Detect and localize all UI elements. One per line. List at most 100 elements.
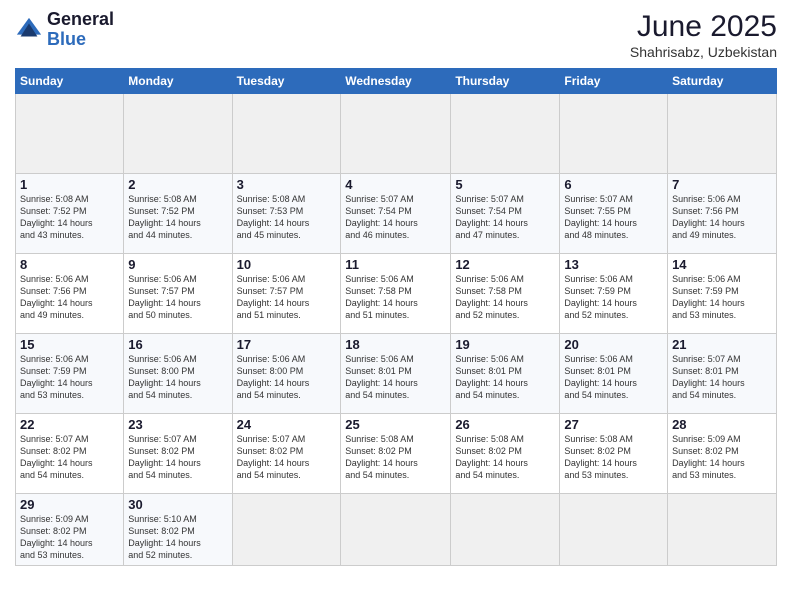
- day-number: 19: [455, 337, 555, 352]
- day-info: Sunrise: 5:06 AMSunset: 8:01 PMDaylight:…: [564, 353, 663, 402]
- day-number: 24: [237, 417, 337, 432]
- day-info: Sunrise: 5:06 AMSunset: 8:00 PMDaylight:…: [128, 353, 227, 402]
- weekday-header: Friday: [560, 69, 668, 94]
- day-info: Sunrise: 5:08 AMSunset: 7:52 PMDaylight:…: [20, 193, 119, 242]
- weekday-header: Tuesday: [232, 69, 341, 94]
- day-number: 28: [672, 417, 772, 432]
- calendar-cell: 28Sunrise: 5:09 AMSunset: 8:02 PMDayligh…: [668, 414, 777, 494]
- day-info: Sunrise: 5:07 AMSunset: 8:02 PMDaylight:…: [237, 433, 337, 482]
- calendar-cell: 18Sunrise: 5:06 AMSunset: 8:01 PMDayligh…: [341, 334, 451, 414]
- day-number: 1: [20, 177, 119, 192]
- day-info: Sunrise: 5:09 AMSunset: 8:02 PMDaylight:…: [20, 513, 119, 562]
- calendar-header-row: SundayMondayTuesdayWednesdayThursdayFrid…: [16, 69, 777, 94]
- day-info: Sunrise: 5:08 AMSunset: 8:02 PMDaylight:…: [345, 433, 446, 482]
- day-info: Sunrise: 5:06 AMSunset: 7:59 PMDaylight:…: [20, 353, 119, 402]
- weekday-header: Thursday: [451, 69, 560, 94]
- day-info: Sunrise: 5:07 AMSunset: 7:54 PMDaylight:…: [455, 193, 555, 242]
- day-number: 17: [237, 337, 337, 352]
- day-number: 4: [345, 177, 446, 192]
- calendar-cell: 1Sunrise: 5:08 AMSunset: 7:52 PMDaylight…: [16, 174, 124, 254]
- day-number: 10: [237, 257, 337, 272]
- calendar-cell: [560, 94, 668, 174]
- calendar-cell: 4Sunrise: 5:07 AMSunset: 7:54 PMDaylight…: [341, 174, 451, 254]
- location: Shahrisabz, Uzbekistan: [630, 44, 777, 60]
- calendar: SundayMondayTuesdayWednesdayThursdayFrid…: [15, 68, 777, 566]
- calendar-cell: [16, 94, 124, 174]
- day-info: Sunrise: 5:06 AMSunset: 8:01 PMDaylight:…: [345, 353, 446, 402]
- day-info: Sunrise: 5:08 AMSunset: 8:02 PMDaylight:…: [455, 433, 555, 482]
- calendar-week-row: [16, 94, 777, 174]
- calendar-cell: 12Sunrise: 5:06 AMSunset: 7:58 PMDayligh…: [451, 254, 560, 334]
- day-info: Sunrise: 5:07 AMSunset: 7:55 PMDaylight:…: [564, 193, 663, 242]
- calendar-cell: 22Sunrise: 5:07 AMSunset: 8:02 PMDayligh…: [16, 414, 124, 494]
- day-number: 22: [20, 417, 119, 432]
- calendar-week-row: 22 Sunrise: 5:07 AMSunset: 8:02 PMDayligh…: [16, 414, 777, 494]
- calendar-cell: 6Sunrise: 5:07 AMSunset: 7:55 PMDaylight…: [560, 174, 668, 254]
- day-number: 7: [672, 177, 772, 192]
- logo-icon: [15, 16, 43, 44]
- calendar-cell: 29Sunrise: 5:09 AMSunset: 8:02 PMDayligh…: [16, 494, 124, 566]
- day-info: Sunrise: 5:08 AMSunset: 7:52 PMDaylight:…: [128, 193, 227, 242]
- day-number: 2: [128, 177, 227, 192]
- day-info: Sunrise: 5:06 AMSunset: 8:01 PMDaylight:…: [455, 353, 555, 402]
- day-info: Sunrise: 5:06 AMSunset: 7:56 PMDaylight:…: [20, 273, 119, 322]
- day-info: Sunrise: 5:06 AMSunset: 7:59 PMDaylight:…: [564, 273, 663, 322]
- calendar-cell: 17Sunrise: 5:06 AMSunset: 8:00 PMDayligh…: [232, 334, 341, 414]
- calendar-cell: 2Sunrise: 5:08 AMSunset: 7:52 PMDaylight…: [124, 174, 232, 254]
- calendar-cell: 30Sunrise: 5:10 AMSunset: 8:02 PMDayligh…: [124, 494, 232, 566]
- day-info: Sunrise: 5:06 AMSunset: 7:56 PMDaylight:…: [672, 193, 772, 242]
- calendar-cell: 19Sunrise: 5:06 AMSunset: 8:01 PMDayligh…: [451, 334, 560, 414]
- day-number: 26: [455, 417, 555, 432]
- day-number: 20: [564, 337, 663, 352]
- day-info: Sunrise: 5:07 AMSunset: 8:01 PMDaylight:…: [672, 353, 772, 402]
- day-number: 25: [345, 417, 446, 432]
- month-title: June 2025: [630, 10, 777, 44]
- weekday-header: Wednesday: [341, 69, 451, 94]
- day-number: 13: [564, 257, 663, 272]
- calendar-cell: 25Sunrise: 5:08 AMSunset: 8:02 PMDayligh…: [341, 414, 451, 494]
- day-number: 27: [564, 417, 663, 432]
- calendar-cell: [451, 494, 560, 566]
- calendar-cell: 7Sunrise: 5:06 AMSunset: 7:56 PMDaylight…: [668, 174, 777, 254]
- calendar-cell: [232, 494, 341, 566]
- day-number: 14: [672, 257, 772, 272]
- title-area: June 2025 Shahrisabz, Uzbekistan: [630, 10, 777, 60]
- calendar-week-row: 29Sunrise: 5:09 AMSunset: 8:02 PMDayligh…: [16, 494, 777, 566]
- day-number: 21: [672, 337, 772, 352]
- day-number: 11: [345, 257, 446, 272]
- day-number: 8: [20, 257, 119, 272]
- calendar-cell: 9Sunrise: 5:06 AMSunset: 7:57 PMDaylight…: [124, 254, 232, 334]
- header: General Blue June 2025 Shahrisabz, Uzbek…: [15, 10, 777, 60]
- calendar-cell: [232, 94, 341, 174]
- day-info: Sunrise: 5:08 AMSunset: 8:02 PMDaylight:…: [564, 433, 663, 482]
- day-info: Sunrise: 5:07 AMSunset: 8:02 PMDaylight:…: [128, 433, 227, 482]
- logo-general: General: [47, 10, 114, 30]
- calendar-cell: 11Sunrise: 5:06 AMSunset: 7:58 PMDayligh…: [341, 254, 451, 334]
- calendar-cell: 10Sunrise: 5:06 AMSunset: 7:57 PMDayligh…: [232, 254, 341, 334]
- day-number: 6: [564, 177, 663, 192]
- logo: General Blue: [15, 10, 114, 50]
- calendar-cell: [668, 94, 777, 174]
- calendar-week-row: 15Sunrise: 5:06 AMSunset: 7:59 PMDayligh…: [16, 334, 777, 414]
- calendar-cell: 24Sunrise: 5:07 AMSunset: 8:02 PMDayligh…: [232, 414, 341, 494]
- logo-blue: Blue: [47, 30, 114, 50]
- calendar-cell: 27Sunrise: 5:08 AMSunset: 8:02 PMDayligh…: [560, 414, 668, 494]
- day-info: Sunrise: 5:06 AMSunset: 8:00 PMDaylight:…: [237, 353, 337, 402]
- day-info: Sunrise: 5:06 AMSunset: 7:58 PMDaylight:…: [345, 273, 446, 322]
- weekday-header: Saturday: [668, 69, 777, 94]
- day-info: Sunrise: 5:10 AMSunset: 8:02 PMDaylight:…: [128, 513, 227, 562]
- calendar-cell: 21Sunrise: 5:07 AMSunset: 8:01 PMDayligh…: [668, 334, 777, 414]
- calendar-cell: 3Sunrise: 5:08 AMSunset: 7:53 PMDaylight…: [232, 174, 341, 254]
- calendar-cell: 8Sunrise: 5:06 AMSunset: 7:56 PMDaylight…: [16, 254, 124, 334]
- day-number: 30: [128, 497, 227, 512]
- weekday-header: Monday: [124, 69, 232, 94]
- day-number: 5: [455, 177, 555, 192]
- calendar-cell: 26Sunrise: 5:08 AMSunset: 8:02 PMDayligh…: [451, 414, 560, 494]
- day-info: Sunrise: 5:08 AMSunset: 7:53 PMDaylight:…: [237, 193, 337, 242]
- day-info: Sunrise: 5:06 AMSunset: 7:59 PMDaylight:…: [672, 273, 772, 322]
- calendar-cell: 13Sunrise: 5:06 AMSunset: 7:59 PMDayligh…: [560, 254, 668, 334]
- day-info: Sunrise: 5:09 AMSunset: 8:02 PMDaylight:…: [672, 433, 772, 482]
- calendar-cell: 15Sunrise: 5:06 AMSunset: 7:59 PMDayligh…: [16, 334, 124, 414]
- calendar-cell: 5Sunrise: 5:07 AMSunset: 7:54 PMDaylight…: [451, 174, 560, 254]
- calendar-cell: 16Sunrise: 5:06 AMSunset: 8:00 PMDayligh…: [124, 334, 232, 414]
